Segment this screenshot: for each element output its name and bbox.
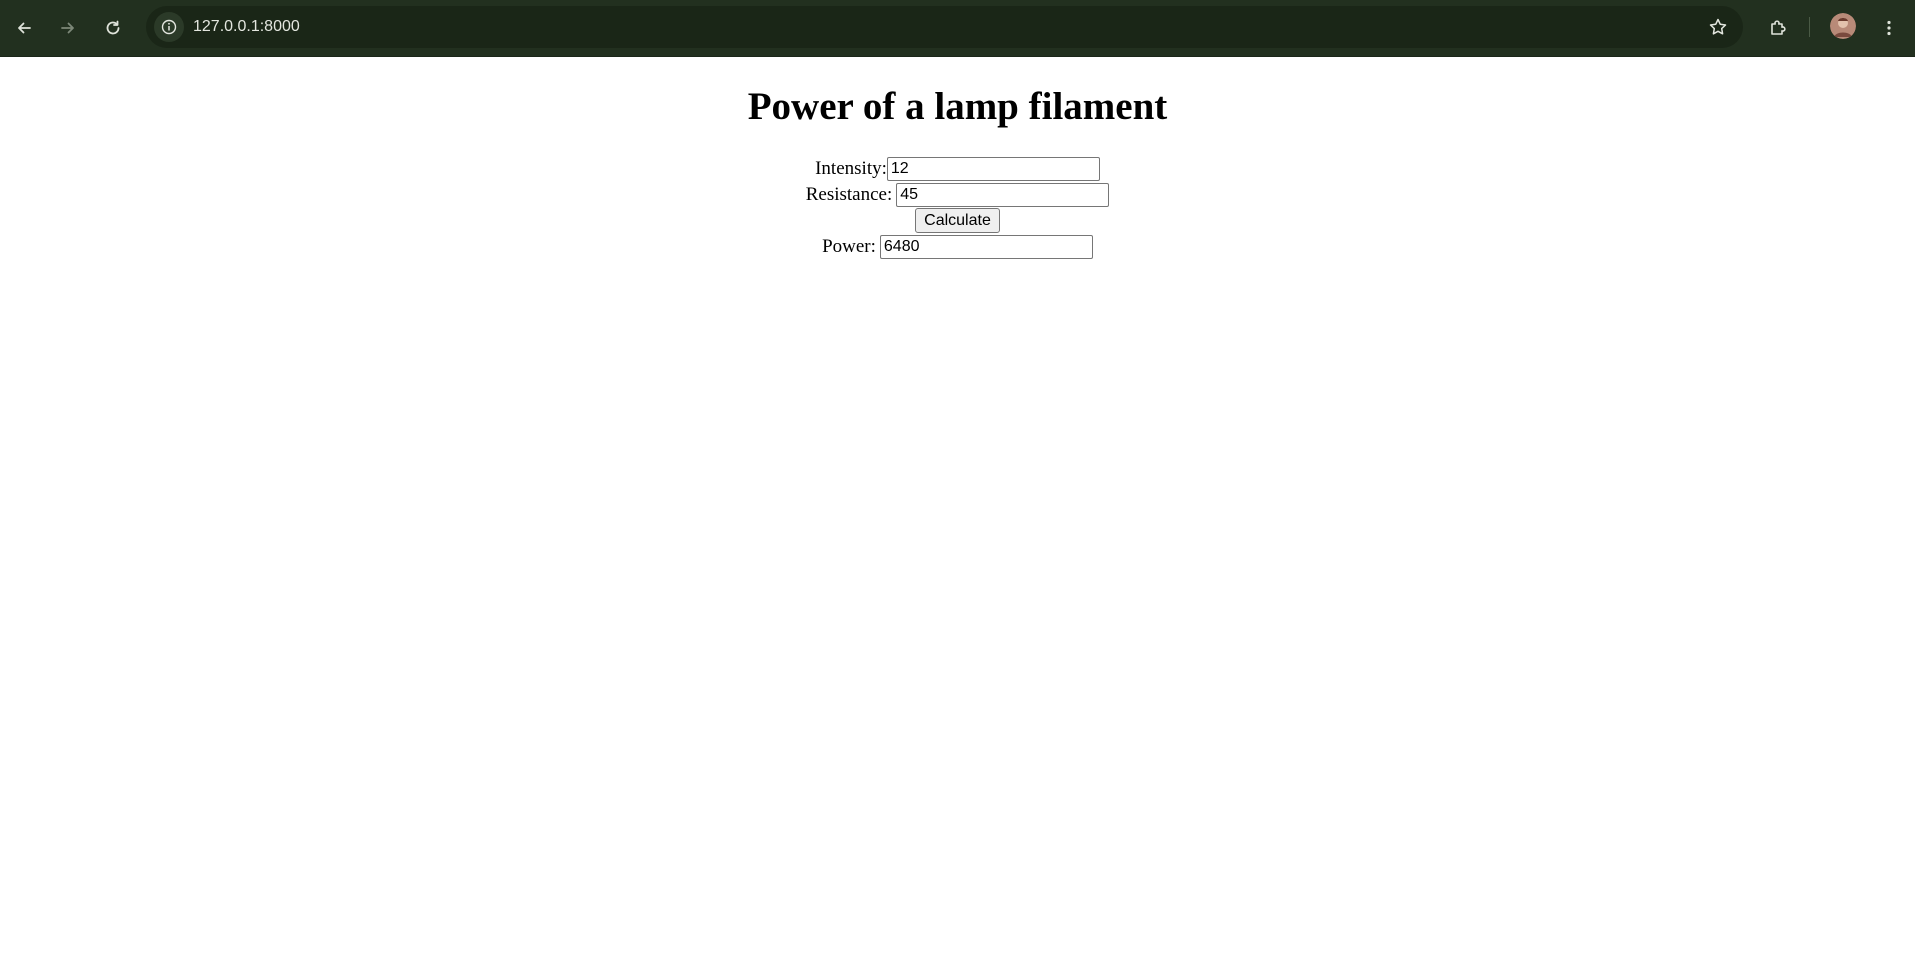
url-text[interactable]: 127.0.0.1:8000 <box>193 6 300 48</box>
calculate-row: Calculate <box>0 208 1915 234</box>
avatar-icon <box>1830 13 1856 39</box>
calculate-button[interactable]: Calculate <box>915 208 1000 234</box>
info-icon <box>161 19 177 35</box>
browser-menu-button[interactable] <box>1873 12 1905 44</box>
toolbar-divider <box>1809 17 1810 37</box>
intensity-input[interactable] <box>886 156 1100 181</box>
reload-icon <box>106 20 120 35</box>
page-content: Power of a lamp filament Intensity: Resi… <box>0 57 1915 260</box>
resistance-input[interactable] <box>896 182 1110 207</box>
browser-toolbar: 127.0.0.1:8000 <box>0 0 1915 57</box>
intensity-row: Intensity: <box>0 156 1915 182</box>
three-dots-icon <box>1887 20 1891 36</box>
forward-button[interactable] <box>52 12 84 44</box>
power-label: Power: <box>822 235 876 257</box>
back-button[interactable] <box>8 12 40 44</box>
address-bar[interactable]: 127.0.0.1:8000 <box>146 6 1743 48</box>
page-title: Power of a lamp filament <box>747 85 1168 128</box>
resistance-label: Resistance: <box>805 183 893 205</box>
puzzle-icon <box>1771 20 1786 35</box>
power-row: Power: <box>0 234 1915 260</box>
bookmark-button[interactable] <box>1705 14 1731 40</box>
arrow-left-icon <box>18 22 31 34</box>
power-form: Intensity: Resistance: Calculate Power: <box>0 156 1915 260</box>
resistance-row: Resistance: <box>0 182 1915 208</box>
star-icon <box>1709 18 1727 35</box>
reload-button[interactable] <box>97 12 129 44</box>
profile-avatar[interactable] <box>1830 13 1856 39</box>
power-output[interactable] <box>879 234 1093 259</box>
site-info-button[interactable] <box>154 12 184 42</box>
arrow-right-icon <box>61 22 74 34</box>
intensity-label: Intensity: <box>815 157 887 179</box>
extensions-button[interactable] <box>1762 12 1794 44</box>
